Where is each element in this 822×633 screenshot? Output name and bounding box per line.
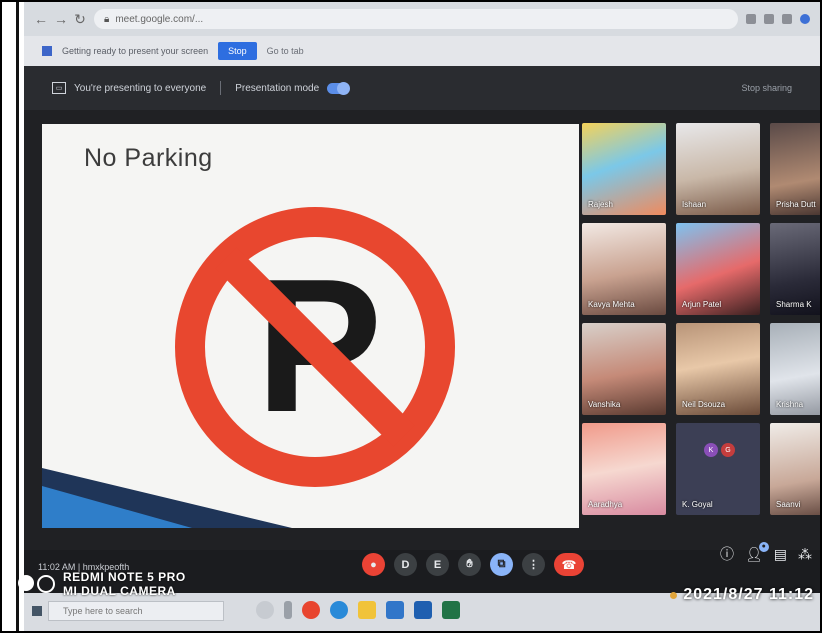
participant-tile[interactable]: Neil Dsouza — [676, 323, 760, 415]
watermark-line1: REDMI NOTE 5 PRO — [63, 570, 186, 584]
slide-decor-wedge — [42, 468, 292, 528]
taskbar-search[interactable]: Type here to search — [48, 601, 224, 621]
raise-hand-icon[interactable]: ✋︎ — [458, 553, 481, 576]
participant-name: Krishna — [776, 400, 804, 409]
participant-name: Sharma K — [776, 300, 812, 309]
extension-icon[interactable] — [782, 14, 792, 24]
meeting-area: No Parking P Rajesh Ishaan Prisha Dutt Kavy… — [24, 110, 820, 550]
avatar-initial: G — [721, 443, 735, 457]
windows-start-icon[interactable] — [32, 606, 42, 616]
address-bar[interactable]: 🔒︎ meet.google.com/... — [94, 9, 738, 29]
tray-icon[interactable] — [670, 591, 678, 599]
participant-tile[interactable]: Saanvi — [770, 423, 820, 515]
widget-icon[interactable] — [284, 601, 292, 619]
info-bar-text: Getting ready to present your screen — [62, 46, 209, 56]
watermark-text: REDMI NOTE 5 PRO MI DUAL CAMERA — [63, 570, 186, 598]
people-count-badge: ● — [758, 541, 769, 552]
slide-title: No Parking — [84, 144, 213, 172]
extension-icon[interactable] — [764, 14, 774, 24]
info-icon[interactable]: ⓘ — [720, 544, 734, 564]
end-call-icon[interactable]: ☎︎ — [554, 553, 584, 576]
lock-icon: 🔒︎ — [104, 13, 110, 25]
presenting-text: You're presenting to everyone — [74, 82, 207, 94]
avatar-initial: K — [704, 443, 718, 457]
watermark-line2: MI DUAL CAMERA — [63, 584, 176, 598]
excel-icon[interactable] — [442, 601, 460, 619]
participant-avatar: KG — [704, 443, 735, 457]
stop-presenting-link[interactable]: Stop sharing — [741, 83, 792, 93]
edge-icon[interactable] — [330, 601, 348, 619]
participant-name: Aaradhya — [588, 500, 623, 509]
extension-icon[interactable] — [746, 14, 756, 24]
presented-slide: No Parking P — [42, 124, 579, 528]
participant-grid: Rajesh Ishaan Prisha Dutt Kavya Mehta Arjun … — [582, 123, 820, 529]
task-view-icon[interactable] — [256, 601, 274, 619]
taskbar-apps — [256, 601, 460, 619]
back-arrow-icon[interactable]: ← — [34, 11, 48, 27]
participant-name: Rajesh — [588, 200, 613, 209]
participant-name: Prisha Dutt — [776, 200, 816, 209]
go-to-tab-link[interactable]: Go to tab — [267, 46, 304, 56]
mic-icon[interactable]: ● — [362, 553, 385, 576]
presenting-bar: ▭ You're presenting to everyone Presenta… — [24, 66, 820, 110]
side-controls: ⓘ 👤︎ ● ▤ ⁂ — [720, 541, 812, 564]
camera-watermark: REDMI NOTE 5 PRO MI DUAL CAMERA — [18, 570, 186, 598]
presentation-icon: ▭ — [52, 82, 66, 94]
participant-name: Neil Dsouza — [682, 400, 726, 409]
address-text: meet.google.com/... — [115, 13, 204, 25]
present-screen-icon[interactable]: E — [426, 553, 449, 576]
cc-icon[interactable]: D — [394, 553, 417, 576]
participant-name: Ishaan — [682, 200, 707, 209]
participant-tile[interactable]: Kavya Mehta — [582, 223, 666, 315]
participant-tile[interactable]: Krishna — [770, 323, 820, 415]
presentation-mode-label: Presentation mode — [235, 82, 320, 94]
participant-name: Saanvi — [776, 500, 801, 509]
stop-sharing-button[interactable]: Stop — [218, 42, 257, 60]
people-icon[interactable]: 👤︎ ● — [745, 541, 769, 563]
reload-icon[interactable]: ↻ — [74, 11, 86, 28]
chat-icon[interactable]: ▤ — [774, 546, 787, 563]
divider — [220, 81, 222, 95]
participant-name: Arjun Patel — [682, 300, 722, 309]
photo-margin — [2, 2, 19, 631]
monitor-screen: ← → ↻ 🔒︎ meet.google.com/... Getting rea… — [24, 2, 820, 631]
participant-name: Vanshika — [588, 400, 621, 409]
participant-tile[interactable]: Aaradhya — [582, 423, 666, 515]
screen-share-icon — [42, 46, 52, 56]
participant-name: K. Goyal — [682, 500, 713, 509]
photo-datetime: 2021/8/27 11:12 — [683, 586, 814, 603]
participant-tile[interactable]: K G K. Goyal — [676, 423, 760, 515]
participant-tile[interactable]: Arjun Patel — [676, 223, 760, 315]
forward-arrow-icon[interactable]: → — [54, 11, 68, 27]
participant-name: Kavya Mehta — [588, 300, 635, 309]
system-tray: 2021/8/27 11:12 — [670, 586, 814, 604]
file-explorer-icon[interactable] — [358, 601, 376, 619]
activities-icon[interactable]: ⁂ — [798, 546, 812, 563]
sharing-info-bar: Getting ready to present your screen Sto… — [24, 36, 820, 66]
profile-icon[interactable] — [800, 14, 810, 24]
word-icon[interactable] — [414, 601, 432, 619]
participant-tile[interactable]: Ishaan — [676, 123, 760, 215]
control-buttons: ● D E ✋︎ ⧉ ⋮ ☎︎ — [362, 553, 584, 576]
participant-tile[interactable]: Rajesh — [582, 123, 666, 215]
participant-tile[interactable]: Vanshika — [582, 323, 666, 415]
more-options-icon[interactable]: ⋮ — [522, 553, 545, 576]
photo-frame: ← → ↻ 🔒︎ meet.google.com/... Getting rea… — [0, 0, 822, 633]
chrome-icon[interactable] — [302, 601, 320, 619]
store-icon[interactable] — [386, 601, 404, 619]
participant-tile[interactable]: Sharma K — [770, 223, 820, 315]
camera-logo-icon — [18, 575, 55, 593]
browser-toolbar: ← → ↻ 🔒︎ meet.google.com/... — [24, 2, 820, 36]
presentation-mode-toggle[interactable] — [327, 81, 351, 95]
present-icon[interactable]: ⧉ — [490, 553, 513, 576]
participant-tile[interactable]: Prisha Dutt — [770, 123, 820, 215]
extension-icons — [746, 14, 810, 24]
